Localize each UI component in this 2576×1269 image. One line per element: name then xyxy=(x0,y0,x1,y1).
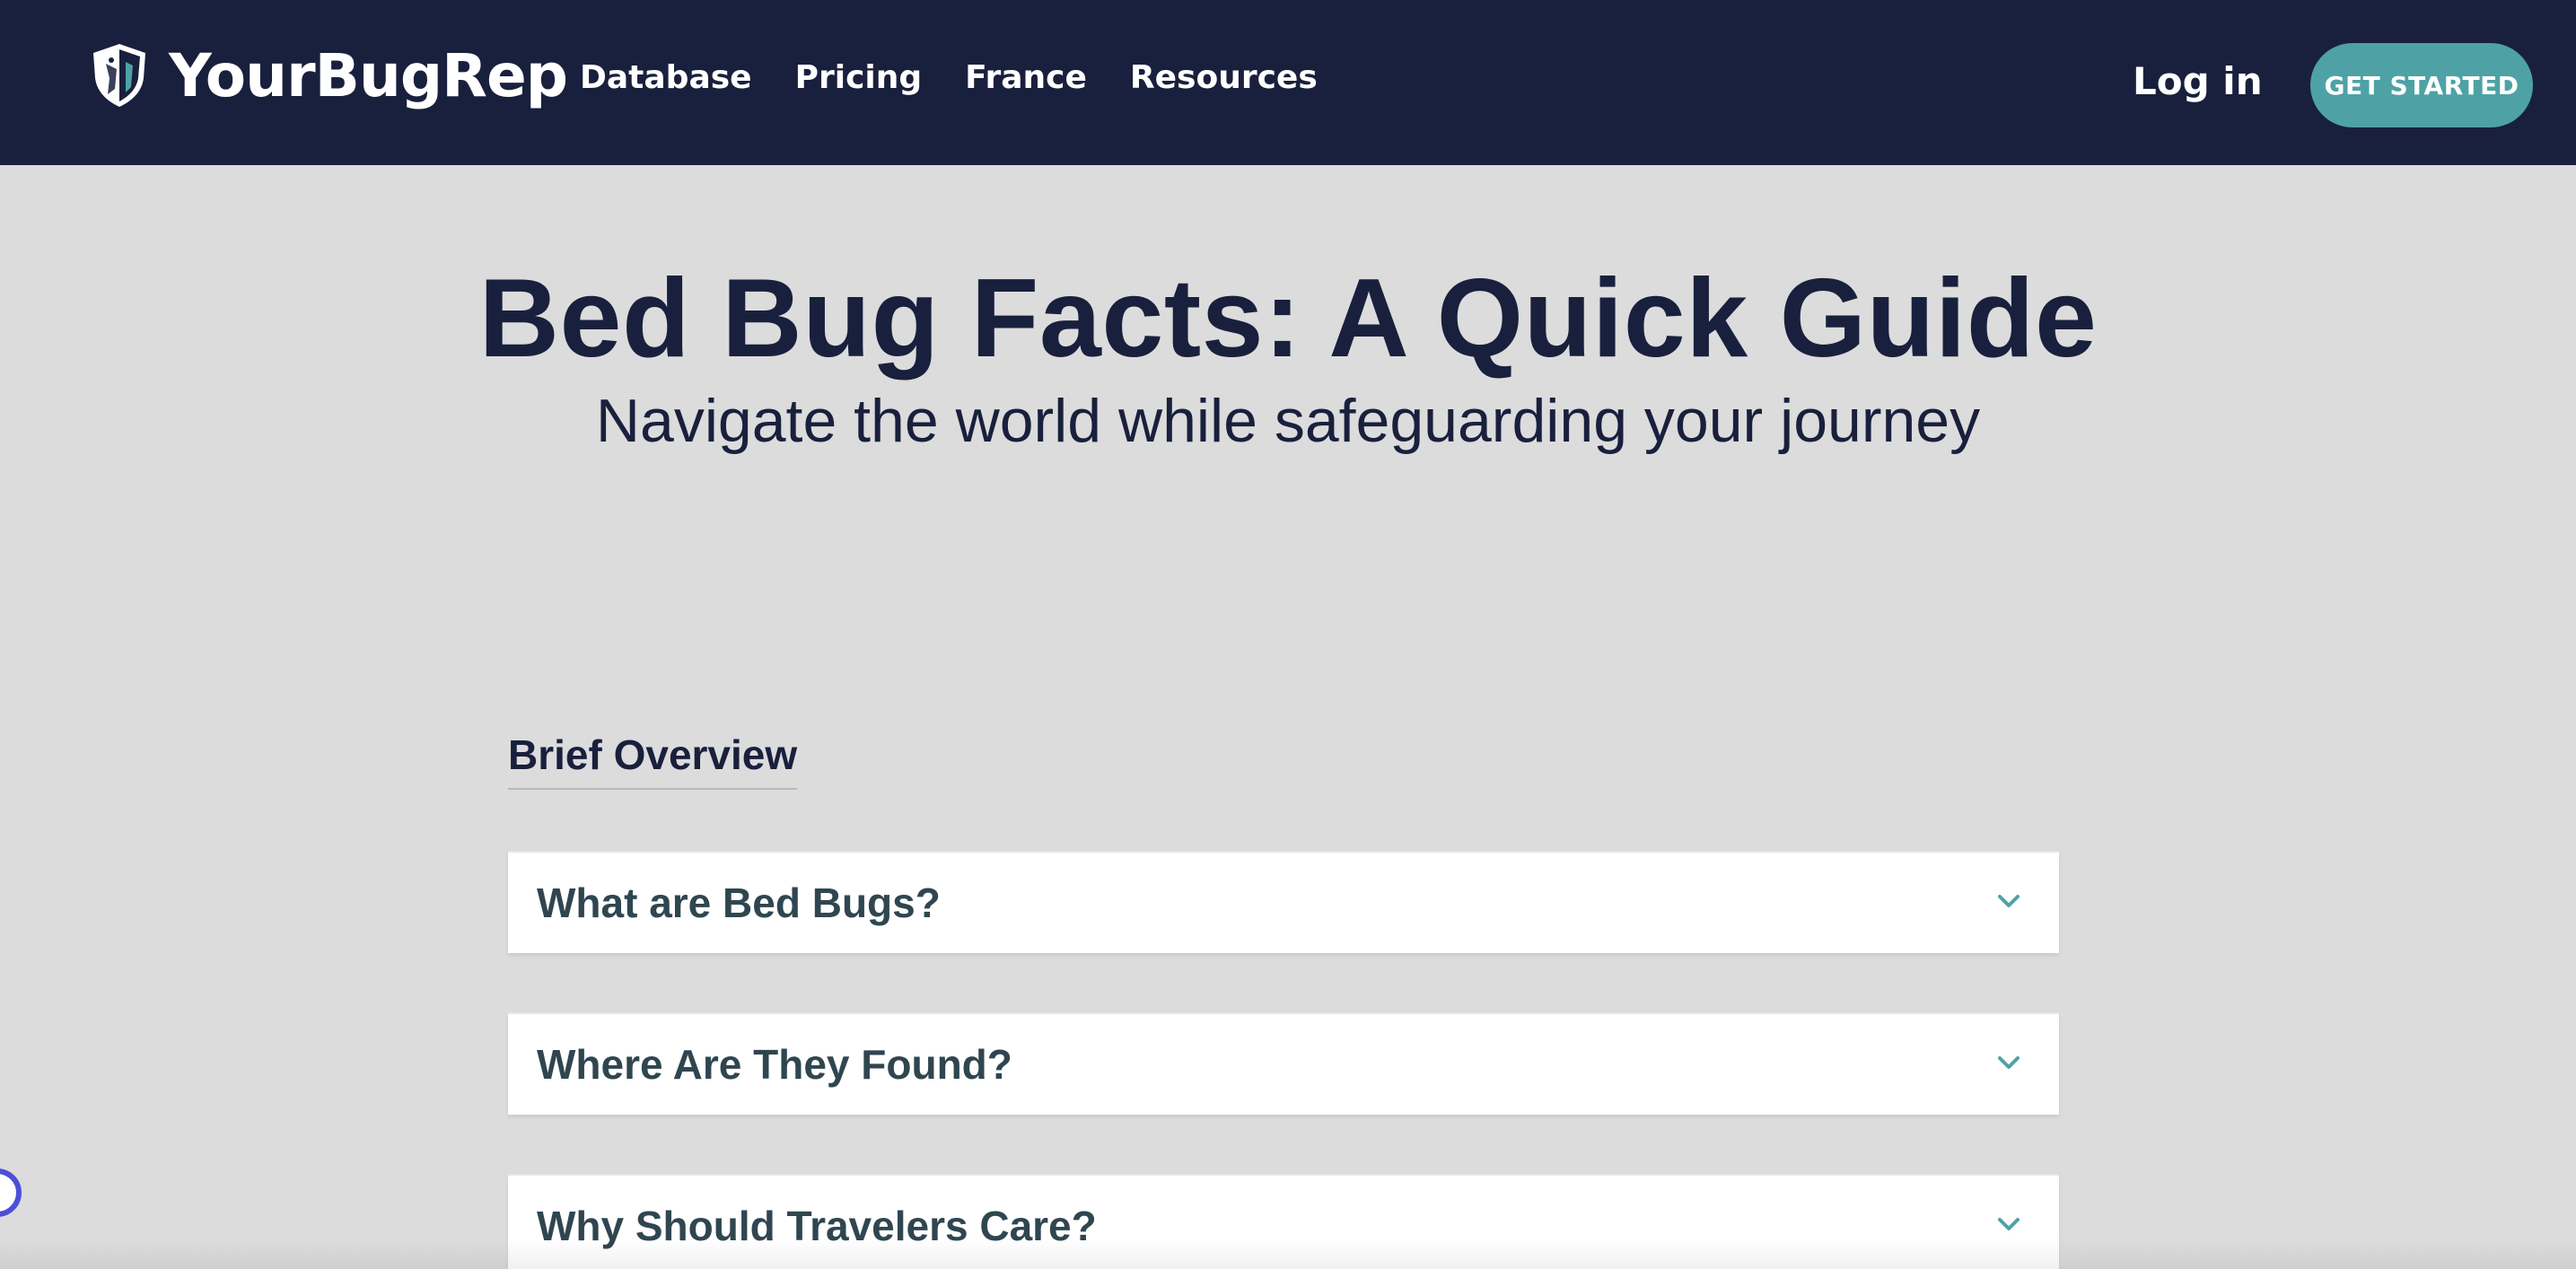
chevron-down-icon xyxy=(1998,895,2020,907)
top-navbar: YourBugRep Database Pricing France Resou… xyxy=(0,0,2576,165)
brand-logo[interactable]: YourBugRep xyxy=(90,39,568,111)
bottom-fade xyxy=(0,1238,2576,1269)
get-started-button[interactable]: GET STARTED xyxy=(2310,43,2533,127)
page-title: Bed Bug Facts: A Quick Guide xyxy=(478,257,2098,381)
shield-bug-logo-icon xyxy=(93,44,145,107)
page-subtitle: Navigate the world while safeguarding yo… xyxy=(595,387,1981,455)
nav-link-france[interactable]: France xyxy=(965,59,1087,96)
nav-link-pricing[interactable]: Pricing xyxy=(795,59,923,96)
section-heading-brief-overview: Brief Overview xyxy=(508,731,798,790)
main-nav: Database Pricing France Resources xyxy=(580,52,1361,102)
accordion-item-where-are-they-found[interactable]: Where Are They Found? xyxy=(508,1012,2059,1115)
chevron-down-icon xyxy=(1998,1218,2020,1230)
accordion-question: What are Bed Bugs? xyxy=(537,880,941,926)
chevron-down-icon xyxy=(1998,1056,2020,1069)
accordion-item-what-are-bed-bugs[interactable]: What are Bed Bugs? xyxy=(508,851,2059,953)
floating-widget-button[interactable] xyxy=(0,1168,22,1217)
login-link[interactable]: Log in xyxy=(2133,59,2263,103)
nav-link-database[interactable]: Database xyxy=(580,59,752,96)
brand-name: YourBugRep xyxy=(169,40,568,110)
nav-link-resources[interactable]: Resources xyxy=(1130,59,1318,96)
accordion-question: Where Are They Found? xyxy=(537,1041,1012,1088)
